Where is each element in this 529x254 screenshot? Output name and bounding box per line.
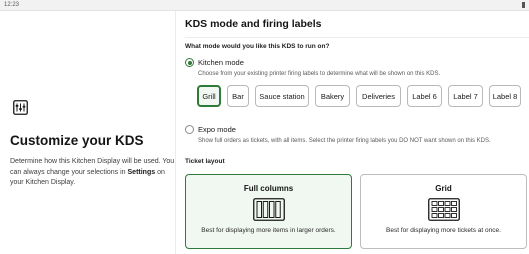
label-chip-sauce-station[interactable]: Sauce station xyxy=(255,85,309,107)
layout-card-full-columns[interactable]: Full columns Best for displaying more it… xyxy=(185,174,352,249)
divider xyxy=(185,37,529,38)
kitchen-mode-helper: Choose from your existing printer firing… xyxy=(198,71,441,77)
ticket-layout-label: Ticket layout xyxy=(185,158,225,165)
kds-sliders-icon xyxy=(13,100,28,115)
mode-question: What mode would you like this KDS to run… xyxy=(185,43,330,50)
status-time: 12:23 xyxy=(4,2,20,8)
status-bar: 12:23 xyxy=(0,0,529,11)
layout-card-description: Best for displaying more tickets at once… xyxy=(386,227,501,234)
expo-mode-label[interactable]: Expo mode xyxy=(198,125,236,134)
page-title: Customize your KDS xyxy=(10,133,144,148)
label-chip-label-8[interactable]: Label 8 xyxy=(489,85,521,107)
label-chip-label-6[interactable]: Label 6 xyxy=(407,85,442,107)
grid-icon xyxy=(427,198,460,221)
label-chip-grill[interactable]: Grill xyxy=(197,85,221,107)
kitchen-mode-radio[interactable] xyxy=(185,58,194,67)
sidebar-description: Determine how this Kitchen Display will … xyxy=(10,157,175,189)
columns-icon xyxy=(252,198,285,221)
sidebar: Customize your KDS Determine how this Ki… xyxy=(0,11,176,254)
kitchen-mode-label[interactable]: Kitchen mode xyxy=(198,58,244,67)
layout-card-grid[interactable]: Grid Best for displaying more tickets at… xyxy=(360,174,527,249)
layout-card-description: Best for displaying more items in larger… xyxy=(201,227,336,234)
settings-link-text: Settings xyxy=(127,168,156,176)
layout-card-title: Grid xyxy=(435,184,452,193)
label-chip-deliveries[interactable]: Deliveries xyxy=(356,85,401,107)
label-chip-label-7[interactable]: Label 7 xyxy=(448,85,483,107)
main-panel: KDS mode and firing labels What mode wou… xyxy=(176,11,529,254)
firing-labels: Grill Bar Sauce station Bakery Deliverie… xyxy=(197,85,521,107)
layout-card-title: Full columns xyxy=(243,184,294,193)
battery-icon xyxy=(522,2,525,8)
label-chip-bar[interactable]: Bar xyxy=(227,85,249,107)
section-heading: KDS mode and firing labels xyxy=(185,18,322,30)
expo-mode-helper: Show full orders as tickets, with all it… xyxy=(198,138,491,144)
expo-mode-radio[interactable] xyxy=(185,125,194,134)
label-chip-bakery[interactable]: Bakery xyxy=(315,85,350,107)
